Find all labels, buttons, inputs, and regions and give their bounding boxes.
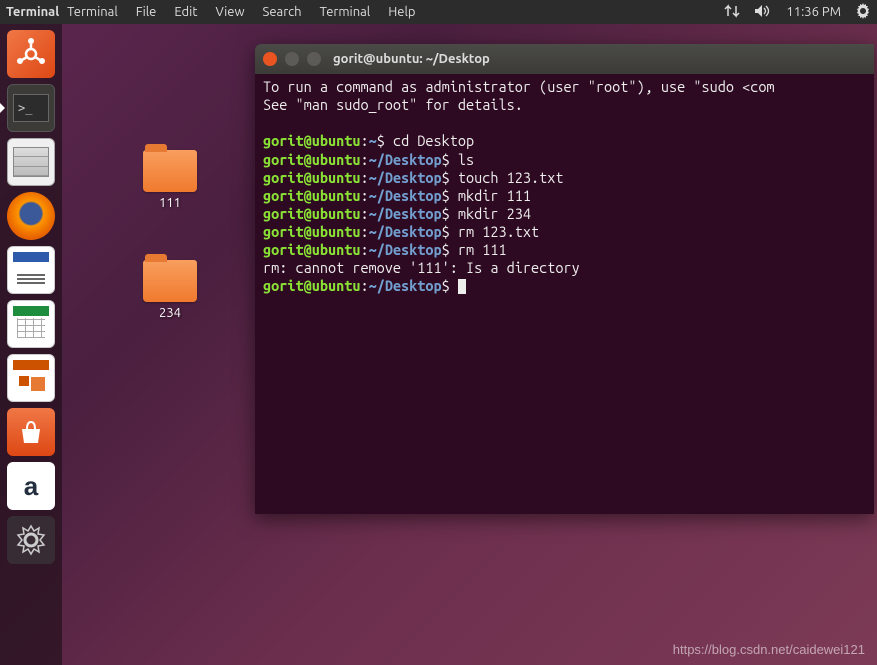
presentation-icon (13, 360, 49, 396)
launcher-amazon[interactable]: a (7, 462, 55, 510)
motd-line: See "man sudo_root" for details. (263, 96, 866, 114)
terminal-error: rm: cannot remove '111': Is a directory (263, 259, 866, 277)
terminal-prompt: gorit@ubuntu:~/Desktop$ (263, 277, 866, 295)
active-app-name: Terminal (6, 5, 59, 19)
terminal-line: gorit@ubuntu:~/Desktop$ mkdir 111 (263, 187, 866, 205)
folder-icon (143, 260, 197, 302)
launcher-settings[interactable] (7, 516, 55, 564)
motd-line: To run a command as administrator (user … (263, 78, 866, 96)
launcher-files[interactable] (7, 138, 55, 186)
menu-help[interactable]: Help (388, 5, 415, 19)
menu-view[interactable]: View (215, 5, 244, 19)
dash-icon[interactable] (7, 30, 55, 78)
maximize-button[interactable] (307, 52, 321, 66)
terminal-line: gorit@ubuntu:~/Desktop$ rm 123.txt (263, 223, 866, 241)
launcher-calc[interactable] (7, 300, 55, 348)
menu-terminal2[interactable]: Terminal (320, 5, 371, 19)
terminal-line: gorit@ubuntu:~/Desktop$ mkdir 234 (263, 205, 866, 223)
launcher: >_ a (0, 24, 62, 665)
launcher-impress[interactable] (7, 354, 55, 402)
launcher-software[interactable] (7, 408, 55, 456)
desktop-folder-234[interactable]: 234 (130, 260, 210, 320)
launcher-terminal[interactable]: >_ (7, 84, 55, 132)
window-controls (263, 52, 321, 66)
window-title: gorit@ubuntu: ~/Desktop (333, 52, 490, 66)
network-icon[interactable] (724, 4, 740, 21)
cursor-icon (458, 279, 466, 294)
titlebar[interactable]: gorit@ubuntu: ~/Desktop (255, 44, 874, 74)
amazon-letter: a (24, 471, 38, 502)
folder-icon (143, 150, 197, 192)
menu-terminal[interactable]: Terminal (67, 5, 118, 19)
document-icon (13, 252, 49, 288)
minimize-button[interactable] (285, 52, 299, 66)
spreadsheet-icon (13, 306, 49, 342)
desktop-folder-111[interactable]: 111 (130, 150, 210, 210)
system-tray: 11:36 PM (724, 3, 871, 22)
folder-label: 111 (159, 196, 181, 210)
terminal-body[interactable]: To run a command as administrator (user … (255, 74, 874, 514)
terminal-line: gorit@ubuntu:~/Desktop$ rm 111 (263, 241, 866, 259)
file-cabinet-icon (13, 147, 49, 177)
menu-search[interactable]: Search (263, 5, 302, 19)
launcher-writer[interactable] (7, 246, 55, 294)
terminal-glyph-icon: >_ (13, 94, 49, 122)
folder-label: 234 (159, 306, 181, 320)
watermark: https://blog.csdn.net/caidewei121 (673, 642, 865, 657)
menu-file[interactable]: File (136, 5, 157, 19)
terminal-line: gorit@ubuntu:~$ cd Desktop (263, 132, 866, 150)
menu-edit[interactable]: Edit (174, 5, 197, 19)
close-button[interactable] (263, 52, 277, 66)
terminal-line: gorit@ubuntu:~/Desktop$ ls (263, 151, 866, 169)
top-menubar: Terminal Terminal File Edit View Search … (0, 0, 877, 24)
launcher-firefox[interactable] (7, 192, 55, 240)
terminal-line: gorit@ubuntu:~/Desktop$ touch 123.txt (263, 169, 866, 187)
gear-icon[interactable] (855, 3, 871, 22)
terminal-window[interactable]: gorit@ubuntu: ~/Desktop To run a command… (255, 44, 874, 514)
clock[interactable]: 11:36 PM (786, 5, 841, 19)
volume-icon[interactable] (754, 4, 772, 21)
